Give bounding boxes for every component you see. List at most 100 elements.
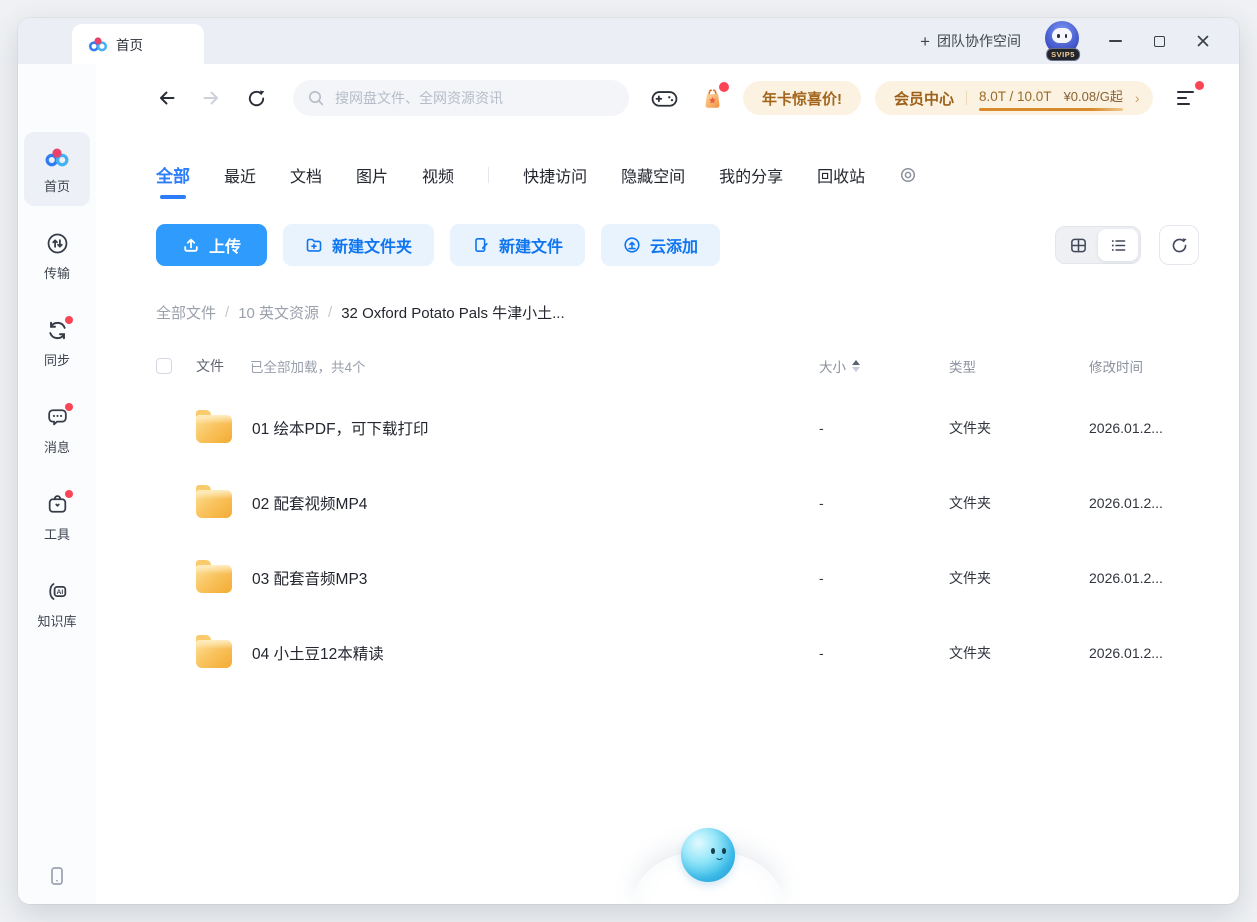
game-controller-icon bbox=[651, 88, 678, 109]
toolbar: 年卡惊喜价! 会员中心 8.0T / 10.0T ¥0.08/G起 › bbox=[156, 78, 1199, 118]
forward-arrow-icon bbox=[200, 87, 222, 109]
sidebar-item-messages[interactable]: 消息 bbox=[24, 393, 90, 467]
forward-button[interactable] bbox=[200, 87, 222, 109]
chevron-right-icon: › bbox=[1135, 91, 1140, 105]
mascot-face-icon bbox=[681, 828, 735, 882]
list-view-button[interactable] bbox=[1098, 229, 1138, 261]
upload-button[interactable]: 上传 bbox=[156, 224, 267, 266]
home-tab[interactable]: 首页 bbox=[72, 24, 204, 64]
upload-label: 上传 bbox=[209, 233, 241, 257]
notification-dot bbox=[65, 490, 73, 498]
tab-videos[interactable]: 视频 bbox=[422, 163, 454, 187]
main-area: 首页 传输 bbox=[18, 64, 1239, 904]
sidebar-item-label: 首页 bbox=[44, 176, 70, 195]
cloud-add-button[interactable]: 云添加 bbox=[601, 224, 720, 266]
cloud-add-icon bbox=[623, 236, 641, 254]
tab-hidden-space[interactable]: 隐藏空间 bbox=[621, 163, 685, 187]
breadcrumb-current: 32 Oxford Potato Pals 牛津小土... bbox=[341, 302, 564, 323]
notification-dot bbox=[1195, 81, 1204, 90]
list-view-icon bbox=[1109, 236, 1128, 255]
sidebar-item-sync[interactable]: 同步 bbox=[24, 306, 90, 380]
column-file: 文件 bbox=[196, 356, 224, 376]
vip-badge: SVIP5 bbox=[1046, 48, 1080, 61]
table-row[interactable]: 01 绘本PDF，可下载打印 - 文件夹 2026.01.2... bbox=[156, 390, 1199, 465]
maximize-button[interactable] bbox=[1149, 31, 1169, 51]
promo-banner[interactable]: 年卡惊喜价! bbox=[743, 81, 861, 115]
team-space-label: 团队协作空间 bbox=[937, 31, 1021, 51]
refresh-list-button[interactable] bbox=[1159, 225, 1199, 265]
new-folder-label: 新建文件夹 bbox=[332, 233, 412, 257]
sidebar-item-label: 同步 bbox=[44, 350, 70, 369]
category-tabs: 全部 最近 文档 图片 视频 快捷访问 隐藏空间 我的分享 回收站 bbox=[156, 162, 1199, 187]
member-center-label: 会员中心 bbox=[894, 88, 954, 109]
close-button[interactable] bbox=[1193, 31, 1213, 51]
tab-my-shares[interactable]: 我的分享 bbox=[719, 163, 783, 187]
team-space-button[interactable]: + 团队协作空间 bbox=[920, 31, 1021, 51]
sidebar-item-knowledge-base[interactable]: AI 知识库 bbox=[24, 567, 90, 641]
new-folder-icon bbox=[305, 236, 323, 254]
table-row[interactable]: 02 配套视频MP4 - 文件夹 2026.01.2... bbox=[156, 465, 1199, 540]
storage-progress-bar bbox=[979, 108, 1123, 111]
column-size-sort[interactable]: 大小 bbox=[819, 356, 949, 376]
content-area: 年卡惊喜价! 会员中心 8.0T / 10.0T ¥0.08/G起 › bbox=[96, 64, 1239, 904]
table-row[interactable]: 03 配套音频MP3 - 文件夹 2026.01.2... bbox=[156, 540, 1199, 615]
user-avatar[interactable]: SVIP5 bbox=[1045, 21, 1081, 61]
ai-knowledge-icon: AI bbox=[44, 579, 70, 605]
search-input[interactable] bbox=[335, 90, 615, 106]
sidebar-item-transfer[interactable]: 传输 bbox=[24, 219, 90, 293]
back-arrow-icon bbox=[156, 87, 178, 109]
file-size: - bbox=[819, 645, 949, 661]
tab-images[interactable]: 图片 bbox=[356, 163, 388, 187]
breadcrumb-root[interactable]: 全部文件 bbox=[156, 302, 216, 323]
refresh-button[interactable] bbox=[246, 88, 267, 109]
file-name: 01 绘本PDF，可下载打印 bbox=[252, 417, 429, 439]
titlebar: 首页 + 团队协作空间 SVIP5 bbox=[18, 18, 1239, 64]
divider bbox=[488, 167, 489, 183]
tab-recycle-bin[interactable]: 回收站 bbox=[817, 163, 865, 187]
games-button[interactable] bbox=[651, 88, 678, 109]
tab-recent[interactable]: 最近 bbox=[224, 163, 256, 187]
new-file-button[interactable]: 新建文件 bbox=[450, 224, 585, 266]
search-bar[interactable] bbox=[293, 80, 629, 116]
file-size: - bbox=[819, 495, 949, 511]
phone-icon bbox=[45, 864, 69, 888]
back-button[interactable] bbox=[156, 87, 178, 109]
select-all-checkbox[interactable] bbox=[156, 358, 172, 374]
table-row[interactable]: 04 小土豆12本精读 - 文件夹 2026.01.2... bbox=[156, 615, 1199, 690]
folder-icon bbox=[196, 415, 232, 443]
sidebar-item-label: 传输 bbox=[44, 263, 70, 282]
sidebar-item-label: 消息 bbox=[44, 437, 70, 456]
minimize-button[interactable] bbox=[1105, 31, 1125, 51]
breadcrumb-separator: / bbox=[225, 304, 229, 321]
new-folder-button[interactable]: 新建文件夹 bbox=[283, 224, 434, 266]
member-center-button[interactable]: 会员中心 8.0T / 10.0T ¥0.08/G起 › bbox=[875, 81, 1153, 115]
home-icon bbox=[44, 144, 70, 170]
sidebar-item-tools[interactable]: 工具 bbox=[24, 480, 90, 554]
tabs-config-button[interactable] bbox=[899, 166, 917, 184]
message-icon bbox=[44, 405, 70, 431]
gift-button[interactable] bbox=[700, 85, 725, 112]
plus-icon: + bbox=[920, 33, 930, 50]
mobile-app-button[interactable] bbox=[45, 864, 69, 888]
assistant-mascot-button[interactable] bbox=[633, 846, 783, 904]
divider bbox=[966, 91, 967, 105]
breadcrumb-folder[interactable]: 10 英文资源 bbox=[238, 302, 319, 323]
sidebar-item-home[interactable]: 首页 bbox=[24, 132, 90, 206]
home-tab-label: 首页 bbox=[116, 34, 143, 54]
actions-toolbar: 上传 新建文件夹 新建文件 bbox=[156, 224, 1199, 266]
tab-quick-access[interactable]: 快捷访问 bbox=[523, 163, 587, 187]
grid-view-button[interactable] bbox=[1058, 229, 1098, 261]
refresh-icon bbox=[246, 88, 267, 109]
maximize-icon bbox=[1154, 36, 1165, 47]
tab-all[interactable]: 全部 bbox=[156, 162, 190, 187]
tab-documents[interactable]: 文档 bbox=[290, 163, 322, 187]
baidu-netdisk-logo-icon bbox=[88, 34, 108, 54]
sort-icon bbox=[852, 360, 860, 372]
file-modified: 2026.01.2... bbox=[1089, 570, 1199, 586]
menu-button[interactable] bbox=[1177, 87, 1199, 109]
new-file-label: 新建文件 bbox=[499, 233, 563, 257]
load-status: 已全部加载，共4个 bbox=[250, 356, 366, 376]
notification-dot bbox=[65, 316, 73, 324]
file-modified: 2026.01.2... bbox=[1089, 495, 1199, 511]
minimize-icon bbox=[1109, 40, 1122, 42]
